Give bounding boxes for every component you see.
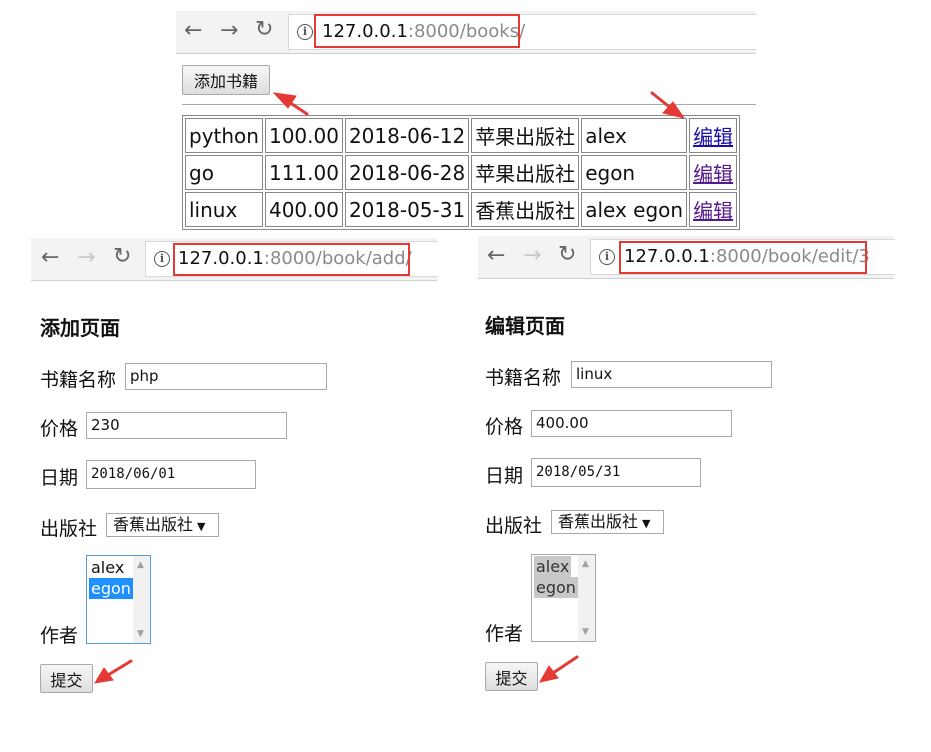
annotation-arrows	[94, 91, 686, 684]
annotation-arrow-icon	[94, 659, 133, 684]
annotation-arrow-icon	[650, 91, 686, 119]
annotation-arrow-icon	[272, 92, 309, 116]
annotation-arrow-icon	[539, 655, 579, 683]
